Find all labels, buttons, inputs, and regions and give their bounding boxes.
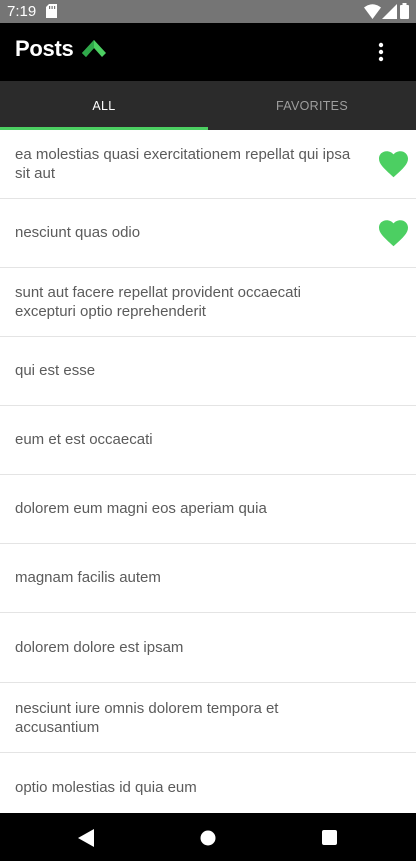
app-title: Posts <box>15 36 74 61</box>
tab-all[interactable]: ALL <box>0 81 208 130</box>
navigation-bar <box>0 813 416 861</box>
list-item[interactable]: nesciunt iure omnis dolorem tempora et a… <box>0 684 416 753</box>
signal-icon <box>382 4 397 19</box>
tab-favorites[interactable]: FAVORITES <box>208 81 416 130</box>
list-item[interactable]: ea molestias quasi exercitationem repell… <box>0 130 416 199</box>
sd-card-icon <box>46 4 57 18</box>
heart-icon[interactable] <box>379 220 408 247</box>
list-item[interactable]: dolorem dolore est ipsam <box>0 614 416 683</box>
more-vert-icon[interactable] <box>369 39 393 65</box>
recents-icon[interactable] <box>322 830 337 845</box>
post-title: magnam facilis autem <box>15 569 161 587</box>
post-title: optio molestias id quia eum <box>15 779 197 797</box>
tab-all-label: ALL <box>92 98 116 113</box>
battery-icon <box>400 3 409 19</box>
post-title: nesciunt quas odio <box>15 224 141 242</box>
wifi-icon <box>364 4 381 19</box>
status-time: 7:19 <box>7 3 37 20</box>
post-title: ea molestias quasi exercitationem repell… <box>15 145 351 183</box>
status-bar: 7:19 <box>0 0 416 23</box>
app-bar: Posts <box>0 23 416 81</box>
post-title: sunt aut facere repellat provident occae… <box>15 283 302 321</box>
heart-icon[interactable] <box>379 151 408 178</box>
list-item[interactable]: qui est esse <box>0 337 416 406</box>
post-title: eum et est occaecati <box>15 431 153 449</box>
post-title: nesciunt iure omnis dolorem tempora et a… <box>15 699 279 737</box>
tab-bar: ALL FAVORITES <box>0 81 416 130</box>
list-item[interactable]: dolorem eum magni eos aperiam quia <box>0 475 416 544</box>
list-item[interactable]: sunt aut facere repellat provident occae… <box>0 268 416 337</box>
tab-favorites-label: FAVORITES <box>276 98 348 113</box>
list-item[interactable]: nesciunt quas odio <box>0 199 416 268</box>
list-item[interactable]: eum et est occaecati <box>0 406 416 475</box>
post-title: dolorem eum magni eos aperiam quia <box>15 500 267 518</box>
post-title: qui est esse <box>15 362 96 380</box>
list-item[interactable]: magnam facilis autem <box>0 544 416 613</box>
chevron-up-logo-icon <box>82 40 106 57</box>
post-title: dolorem dolore est ipsam <box>15 639 184 657</box>
home-icon[interactable] <box>200 830 216 846</box>
back-icon[interactable] <box>78 829 94 847</box>
